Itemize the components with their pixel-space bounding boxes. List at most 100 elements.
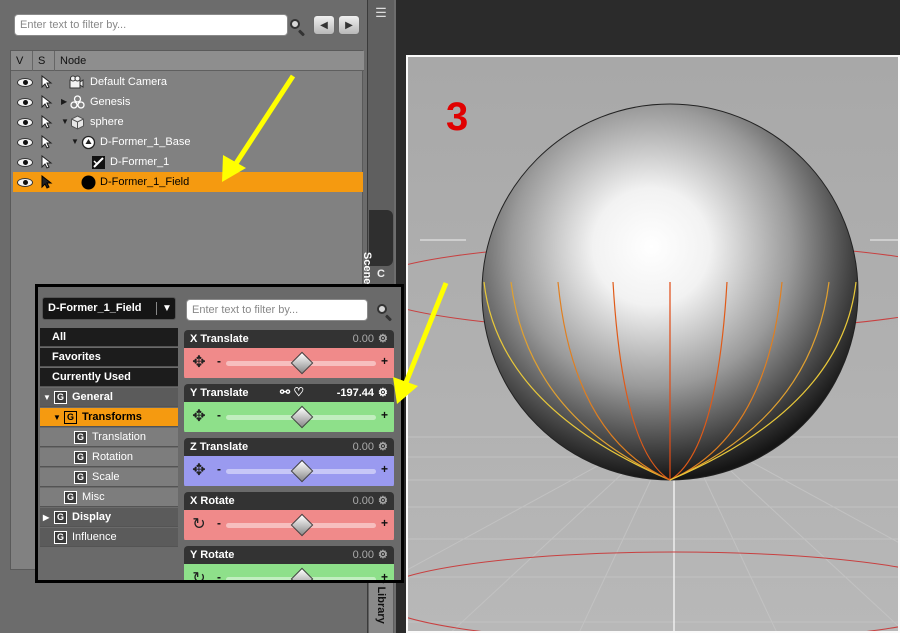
- link-and-favorite-icons[interactable]: ⚯ ♡: [280, 385, 314, 401]
- group-currently-used[interactable]: Currently Used: [40, 368, 178, 387]
- node-selector-dropdown[interactable]: D-Former_1_Field ▼: [42, 297, 176, 320]
- slider-x-rotate[interactable]: X Rotate 0.00 ⚙ ↻ - +: [184, 492, 394, 542]
- selectable-cursor-icon[interactable]: [40, 94, 54, 109]
- slider-value[interactable]: 0.00: [353, 330, 374, 348]
- slider-body[interactable]: ✥ - +: [184, 348, 394, 378]
- property-group-list: All Favorites Currently Used ▼ G General…: [40, 328, 178, 580]
- slider-value[interactable]: 0.00: [353, 492, 374, 510]
- group-rotation[interactable]: G Rotation: [40, 448, 178, 467]
- heart-icon[interactable]: ♡: [293, 385, 304, 399]
- visibility-eye-icon[interactable]: [17, 98, 33, 107]
- arrow-right-icon: ▶: [345, 19, 353, 31]
- scene-filter-input[interactable]: Enter text to filter by...: [14, 14, 288, 36]
- tab-second[interactable]: C: [369, 268, 393, 284]
- slider-y-translate[interactable]: Y Translate ⚯ ♡ -197.44 ⚙ ✥ - +: [184, 384, 394, 434]
- scene-tree-header: V S Node: [11, 51, 364, 71]
- visibility-eye-icon[interactable]: [17, 178, 33, 187]
- group-icon: G: [54, 531, 67, 544]
- group-label: Influence: [72, 531, 117, 543]
- slider-value[interactable]: 0.00: [353, 546, 374, 564]
- decrement-button[interactable]: -: [217, 462, 221, 476]
- selectable-cursor-icon[interactable]: [40, 134, 54, 149]
- gear-icon[interactable]: ⚙: [378, 333, 390, 345]
- group-label: Transforms: [82, 411, 142, 423]
- slider-body[interactable]: ✥ - +: [184, 456, 394, 486]
- nav-back-button[interactable]: ◀: [313, 15, 335, 35]
- slider-knob[interactable]: [290, 405, 314, 429]
- collapse-arrow-icon[interactable]: ▼: [71, 132, 79, 152]
- slider-knob[interactable]: [290, 513, 314, 537]
- collapse-arrow-icon[interactable]: ▼: [61, 112, 69, 132]
- tree-node-label: D-Former_1_Field: [100, 176, 190, 188]
- gear-icon[interactable]: ⚙: [378, 387, 390, 399]
- nav-forward-button[interactable]: ▶: [338, 15, 360, 35]
- visibility-eye-icon[interactable]: [17, 118, 33, 127]
- decrement-button[interactable]: -: [217, 408, 221, 422]
- group-icon: G: [54, 511, 67, 524]
- link-icon[interactable]: ⚯: [280, 385, 290, 399]
- slider-body[interactable]: ✥ - +: [184, 402, 394, 432]
- selectable-cursor-icon[interactable]: [40, 154, 54, 169]
- selectable-cursor-icon[interactable]: [40, 174, 54, 189]
- slider-name: Y Rotate: [190, 549, 235, 561]
- increment-button[interactable]: +: [381, 516, 388, 530]
- group-favorites[interactable]: Favorites: [40, 348, 178, 367]
- slider-body[interactable]: ↻ - +: [184, 564, 394, 580]
- tree-row-default-camera[interactable]: Default Camera: [13, 72, 363, 92]
- collapse-arrow-icon[interactable]: ▼: [43, 388, 51, 407]
- slider-value[interactable]: 0.00: [353, 438, 374, 456]
- tree-node-label: sphere: [90, 116, 124, 128]
- increment-button[interactable]: +: [381, 570, 388, 580]
- group-misc[interactable]: G Misc: [40, 488, 178, 507]
- search-icon[interactable]: [375, 302, 393, 322]
- visibility-eye-icon[interactable]: [17, 138, 33, 147]
- column-node[interactable]: Node: [55, 51, 364, 71]
- slider-x-translate[interactable]: X Translate 0.00 ⚙ ✥ - +: [184, 330, 394, 380]
- tree-row-dformer[interactable]: D-Former_1: [13, 152, 363, 172]
- node-selector-value: D-Former_1_Field: [48, 302, 142, 314]
- search-icon[interactable]: [288, 17, 306, 37]
- gear-icon[interactable]: ⚙: [378, 441, 390, 453]
- selectable-cursor-icon[interactable]: [40, 114, 54, 129]
- tree-row-sphere[interactable]: ▼ sphere: [13, 112, 363, 132]
- column-visible[interactable]: V: [11, 51, 33, 71]
- pane-menu-icon[interactable]: ☰: [371, 4, 391, 22]
- selectable-cursor-icon[interactable]: [40, 74, 54, 89]
- group-all[interactable]: All: [40, 328, 178, 347]
- tab-scene[interactable]: Scene: [361, 210, 393, 284]
- slider-y-rotate[interactable]: Y Rotate 0.00 ⚙ ↻ - +: [184, 546, 394, 580]
- gear-icon[interactable]: ⚙: [378, 495, 390, 507]
- slider-knob[interactable]: [290, 567, 314, 580]
- visibility-eye-icon[interactable]: [17, 158, 33, 167]
- slider-knob[interactable]: [290, 351, 314, 375]
- decrement-button[interactable]: -: [217, 354, 221, 368]
- gear-icon[interactable]: ⚙: [378, 549, 390, 561]
- slider-body[interactable]: ↻ - +: [184, 510, 394, 540]
- expand-arrow-icon[interactable]: ▶: [43, 508, 49, 527]
- slider-knob[interactable]: [290, 459, 314, 483]
- tree-row-dformer-base[interactable]: ▼ D-Former_1_Base: [13, 132, 363, 152]
- parameters-filter-input[interactable]: Enter text to filter by...: [186, 299, 368, 321]
- slider-value[interactable]: -197.44: [337, 384, 374, 402]
- group-translation[interactable]: G Translation: [40, 428, 178, 447]
- decrement-button[interactable]: -: [217, 570, 221, 580]
- group-transforms[interactable]: ▼ G Transforms: [40, 408, 178, 427]
- group-influence[interactable]: G Influence: [40, 528, 178, 547]
- group-display[interactable]: ▶ G Display: [40, 508, 178, 527]
- slider-z-translate[interactable]: Z Translate 0.00 ⚙ ✥ - +: [184, 438, 394, 488]
- expand-arrow-icon[interactable]: ▶: [61, 92, 67, 112]
- visibility-eye-icon[interactable]: [17, 78, 33, 87]
- increment-button[interactable]: +: [381, 408, 388, 422]
- increment-button[interactable]: +: [381, 354, 388, 368]
- column-selectable[interactable]: S: [33, 51, 55, 71]
- tree-row-dformer-field[interactable]: D-Former_1_Field: [13, 172, 363, 192]
- tree-row-genesis[interactable]: ▶ Genesis: [13, 92, 363, 112]
- group-general[interactable]: ▼ G General: [40, 388, 178, 407]
- group-icon: G: [54, 391, 67, 404]
- collapse-arrow-icon[interactable]: ▼: [53, 408, 61, 427]
- group-scale[interactable]: G Scale: [40, 468, 178, 487]
- increment-button[interactable]: +: [381, 462, 388, 476]
- viewport[interactable]: 3: [406, 55, 900, 633]
- decrement-button[interactable]: -: [217, 516, 221, 530]
- dropdown-divider: [156, 302, 157, 315]
